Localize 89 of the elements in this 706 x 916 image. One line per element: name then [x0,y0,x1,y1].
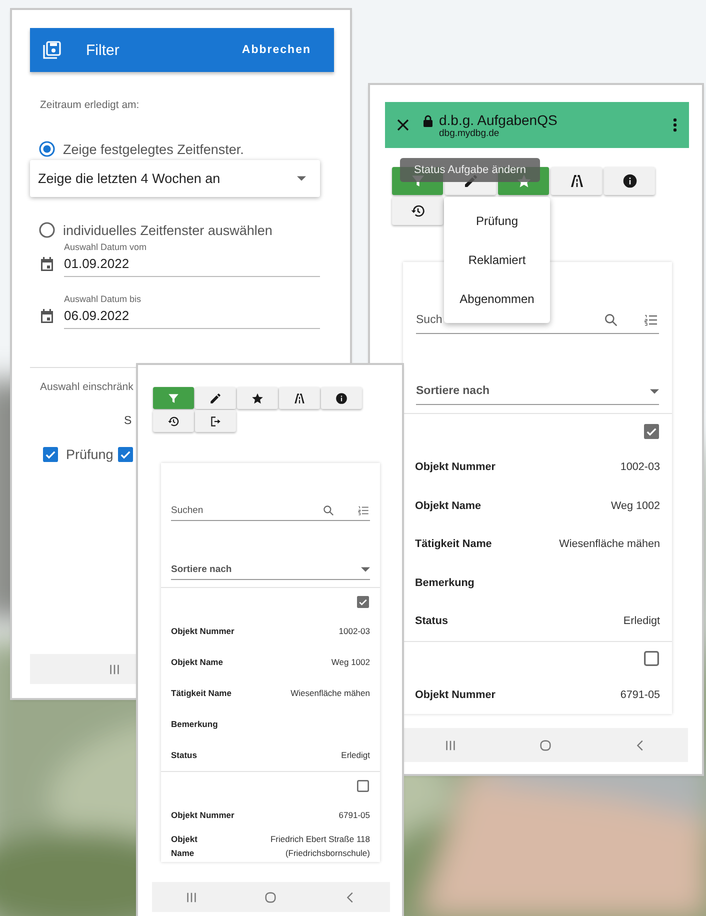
field-label: Status [415,615,448,628]
field-label: Objekt Nummer [171,808,234,822]
numbered-list-icon[interactable] [643,312,659,328]
field-value: Friedrich Ebert Straße 118 (Friedrichsbornschule) [269,833,370,860]
date-field[interactable]: Auswahl Datum bis 06.09.2022 [64,294,320,329]
field-value: 1002-03 [338,624,370,638]
field-label: Objekt Name [171,833,198,860]
checkbox[interactable] [644,651,659,666]
field-label: Tätigkeit Name [171,686,232,700]
field-label: Bemerkung [171,718,218,731]
road-button[interactable] [279,387,320,409]
history-button[interactable] [392,197,443,225]
recent-apps-icon[interactable] [185,890,198,904]
history-button[interactable] [153,410,194,432]
page-title: d.b.g. AufgabenQS [439,112,558,128]
exit-icon [209,414,222,428]
field-value: Weg 1002 [331,656,370,669]
date-field[interactable]: Auswahl Datum vom 01.09.2022 [64,242,320,277]
page-url: dbg.mydbg.de [439,128,500,138]
lock-icon [423,115,433,127]
menu-item[interactable]: Abgenommen [444,284,550,314]
search-field[interactable]: Suchen [171,504,322,516]
info-icon [622,173,638,189]
field-value: Erledigt [341,748,370,762]
radio-label: individuelles Zeitfenster auswählen [63,222,272,238]
field-value: Wiesenfläche mähen [559,538,660,550]
caret-icon [297,176,306,181]
history-icon [167,414,180,428]
field-value: 1002-03 [620,461,660,474]
exit-button[interactable] [195,410,236,432]
save-icon [42,40,62,60]
checkbox[interactable] [118,447,134,462]
menu-item[interactable]: Reklamiert [444,244,550,275]
recent-apps-icon[interactable] [444,738,457,752]
info-button[interactable] [321,387,362,409]
radio-button[interactable] [39,141,55,157]
home-icon[interactable] [539,738,552,752]
tooltip: Status Aufgabe ändern [400,158,540,182]
checkbox[interactable] [357,596,369,608]
sort-dropdown[interactable]: Sortiere nach [171,564,361,574]
calendar-icon[interactable] [40,308,54,324]
calendar-icon[interactable] [40,256,54,272]
road-icon [568,173,584,189]
checkbox[interactable] [43,447,58,462]
section-label: Zeitraum erledigt am: [40,99,140,111]
road-icon [293,392,306,404]
recent-apps-icon[interactable] [108,662,121,676]
caret-icon [361,566,370,572]
field-label: Tätigkeit Name [415,538,492,550]
field-label: Status [171,748,197,762]
search-icon[interactable] [603,312,619,328]
sort-dropdown[interactable]: Sortiere nach [416,385,650,397]
history-icon [410,203,426,219]
checkbox[interactable] [644,424,659,438]
field-label: Objekt Name [415,500,482,512]
search-icon[interactable] [322,504,335,516]
section-label: Auswahl einschränk [40,381,134,393]
pencil-icon [209,392,222,404]
field-value: 6791-05 [338,808,370,822]
menu-item[interactable]: Prüfung [444,206,550,236]
more-menu-icon[interactable] [673,118,677,132]
caret-icon [650,388,659,394]
field-label: Objekt Name [171,656,223,669]
field-value: 6791-05 [620,688,660,701]
field-value: Weg 1002 [610,500,660,512]
field-value: Erledigt [623,615,660,628]
checkbox-label: Prüfung [66,447,114,462]
field-value: Wiesenfläche mähen [290,686,370,700]
road-button[interactable] [551,167,602,195]
field-label: Objekt Nummer [415,461,496,474]
home-icon[interactable] [264,890,278,904]
cancel-button[interactable]: Abbrechen [242,44,311,56]
numbered-list-icon[interactable] [357,504,370,516]
section-heading: S [124,415,132,427]
edit-button[interactable] [195,387,236,409]
info-icon [335,392,348,404]
screen-title: Filter [86,42,120,58]
close-icon[interactable] [397,119,409,131]
star-icon [251,392,264,404]
info-button[interactable] [604,167,655,195]
period-dropdown[interactable]: Zeige die letzten 4 Wochen an [30,160,320,197]
favorite-button[interactable] [237,387,278,409]
checkbox[interactable] [357,780,369,792]
radio-button[interactable] [39,222,55,238]
funnel-icon [167,392,180,404]
field-label: Objekt Nummer [415,688,496,701]
radio-label: Zeige festgelegtes Zeitfenster. [63,142,244,156]
field-label: Objekt Nummer [171,624,234,638]
field-label: Bemerkung [415,576,474,589]
